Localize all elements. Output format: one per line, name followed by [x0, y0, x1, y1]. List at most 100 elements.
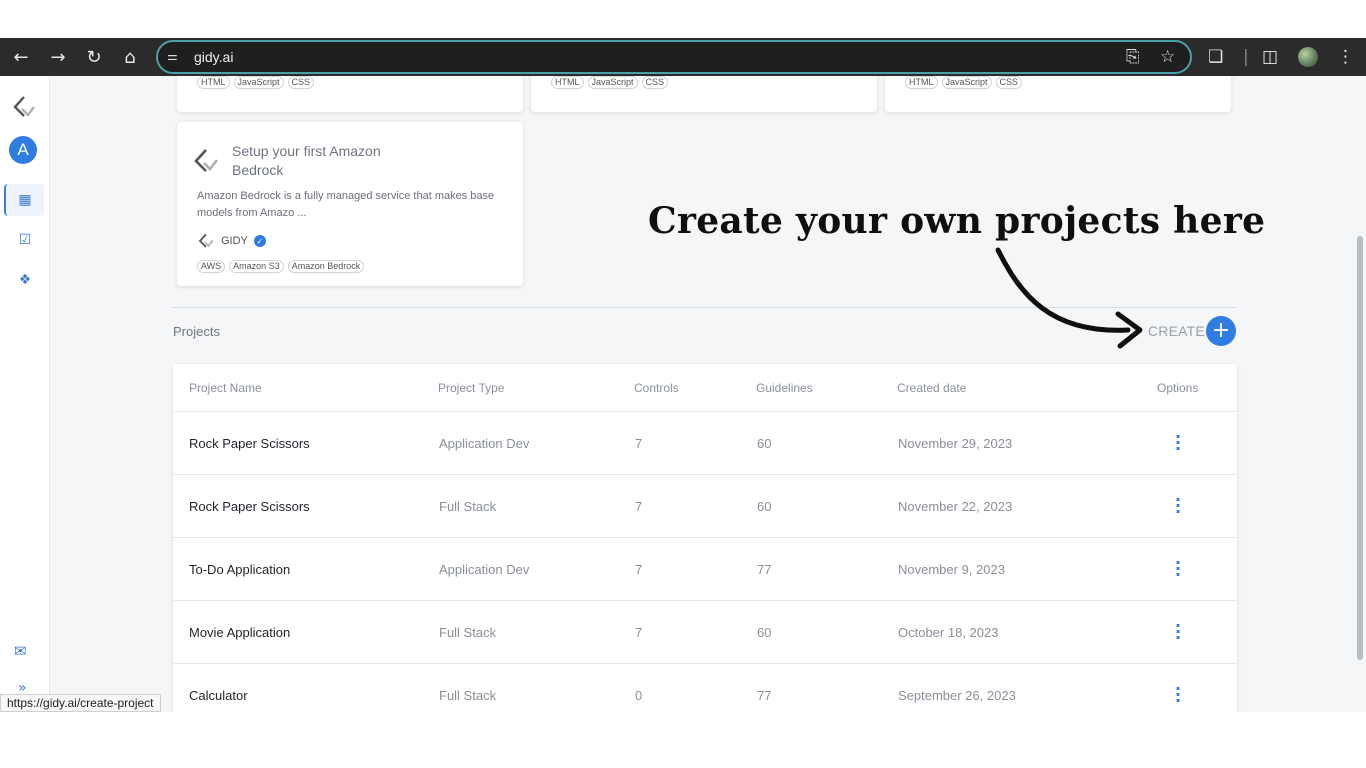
card-title[interactable]: Setup your first Amazon Bedrock [232, 142, 422, 180]
project-name[interactable]: Calculator [189, 688, 248, 703]
reload-icon[interactable]: ↻ [79, 38, 109, 76]
browser-toolbar: ← → ↻ ⌂ ⚌ gidy.ai ⎘ ☆ ❏ | ◫ ⋮ [0, 38, 1366, 76]
project-created-date: November 22, 2023 [898, 499, 1013, 514]
create-project-button[interactable]: + [1206, 316, 1236, 346]
forward-arrow-icon[interactable]: → [43, 38, 73, 76]
sidebar: A ▦ ☑ ❖ ✉ » [0, 76, 50, 712]
project-name[interactable]: Rock Paper Scissors [189, 499, 310, 514]
verified-badge-icon: ✓ [253, 235, 266, 247]
project-type: Application Dev [439, 436, 530, 451]
address-url[interactable]: gidy.ai [194, 49, 233, 65]
project-card[interactable]: HTML JavaScript CSS [177, 76, 523, 112]
tag: Amazon Bedrock [287, 260, 365, 273]
tag-list: HTML JavaScript CSS [197, 76, 315, 89]
card-description: Amazon Bedrock is a fully managed servic… [197, 190, 495, 219]
project-controls: 7 [635, 625, 643, 640]
project-guidelines: 60 [757, 625, 772, 640]
author-name: GIDY [221, 235, 248, 247]
dashboard-icon[interactable]: ▦ [14, 189, 36, 211]
link-hover-status: https://gidy.ai/create-project [0, 694, 161, 712]
screenshot: ← → ↻ ⌂ ⚌ gidy.ai ⎘ ☆ ❏ | ◫ ⋮ A ▦ ☑ ❖ ✉ [0, 0, 1366, 768]
tag-list: HTML JavaScript CSS [551, 76, 669, 89]
project-controls: 7 [635, 562, 643, 577]
checklist-icon[interactable]: ☑ [14, 229, 36, 251]
column-header: Project Type [438, 381, 505, 395]
project-card[interactable]: HTML JavaScript CSS [885, 76, 1231, 112]
user-avatar[interactable]: A [9, 136, 37, 164]
project-name[interactable]: Movie Application [189, 625, 290, 640]
project-card[interactable]: HTML JavaScript CSS [531, 76, 877, 112]
project-guidelines: 77 [757, 688, 772, 703]
project-guidelines: 60 [757, 436, 772, 451]
toolbar-separator: | [1243, 47, 1249, 67]
tag: CSS [287, 76, 315, 89]
app-content: A ▦ ☑ ❖ ✉ » HTML JavaScript CSS HTML Jav… [0, 76, 1366, 712]
table-row[interactable]: Rock Paper Scissors Application Dev 7 60… [173, 411, 1237, 474]
project-type: Application Dev [439, 562, 530, 577]
browser-menu-icon[interactable]: ⋮ [1337, 38, 1354, 76]
tag: HTML [905, 76, 938, 89]
column-header: Project Name [189, 381, 262, 395]
column-header: Guidelines [756, 381, 813, 395]
options-kebab-icon[interactable]: · · · [1174, 492, 1182, 520]
gidy-logo-icon [198, 233, 214, 248]
annotation-arrow-icon [995, 247, 1143, 349]
project-type: Full Stack [439, 688, 497, 703]
bedrock-card[interactable]: Setup your first Amazon Bedrock Amazon B… [177, 122, 523, 286]
tag-list: HTML JavaScript CSS [905, 76, 1023, 89]
project-created-date: September 26, 2023 [898, 688, 1016, 703]
project-controls: 7 [635, 436, 643, 451]
projects-table: Project Name Project Type Controls Guide… [173, 364, 1237, 712]
options-kebab-icon[interactable]: · · · [1174, 681, 1182, 709]
card-author: GIDY ✓ [197, 232, 266, 250]
tag-list: AWS Amazon S3 Amazon Bedrock [197, 260, 365, 273]
project-guidelines: 60 [757, 499, 772, 514]
project-created-date: October 18, 2023 [898, 625, 999, 640]
project-created-date: November 9, 2023 [898, 562, 1005, 577]
project-created-date: November 29, 2023 [898, 436, 1013, 451]
table-row[interactable]: To-Do Application Application Dev 7 77 N… [173, 537, 1237, 600]
annotation-caption: Create your own projects here [648, 200, 1266, 242]
gidy-logo-icon [194, 149, 219, 172]
side-panel-icon[interactable]: ◫ [1262, 38, 1278, 76]
projects-section-label: Projects [173, 324, 220, 339]
column-header: Controls [634, 381, 679, 395]
install-app-icon[interactable]: ⎘ [1126, 47, 1140, 67]
tag: Amazon S3 [229, 260, 284, 273]
project-name[interactable]: Rock Paper Scissors [189, 436, 310, 451]
project-name[interactable]: To-Do Application [189, 562, 290, 577]
tag: AWS [197, 260, 226, 273]
project-type: Full Stack [439, 499, 497, 514]
address-bar[interactable]: ⚌ gidy.ai ⎘ ☆ [156, 40, 1192, 74]
column-header: Options [1157, 381, 1199, 395]
tag: CSS [641, 76, 669, 89]
home-icon[interactable]: ⌂ [115, 38, 145, 76]
tag: HTML [551, 76, 584, 89]
tag: JavaScript [941, 76, 992, 89]
gidy-logo-icon[interactable] [11, 94, 37, 120]
options-kebab-icon[interactable]: · · · [1174, 618, 1182, 646]
options-kebab-icon[interactable]: · · · [1174, 555, 1182, 583]
project-controls: 7 [635, 499, 643, 514]
column-header: Created date [897, 381, 967, 395]
project-guidelines: 77 [757, 562, 772, 577]
profile-avatar[interactable] [1298, 38, 1318, 76]
table-row[interactable]: Calculator Full Stack 0 77 September 26,… [173, 663, 1237, 712]
ai-brain-icon[interactable]: ❖ [14, 269, 36, 291]
project-type: Full Stack [439, 625, 497, 640]
create-label[interactable]: CREATE [1148, 323, 1205, 339]
table-row[interactable]: Movie Application Full Stack 7 60 Octobe… [173, 600, 1237, 663]
tag: HTML [197, 76, 230, 89]
tag: CSS [995, 76, 1023, 89]
extensions-icon[interactable]: ❏ [1208, 38, 1223, 76]
table-row[interactable]: Rock Paper Scissors Full Stack 7 60 Nove… [173, 474, 1237, 537]
tag: JavaScript [233, 76, 284, 89]
site-settings-icon[interactable]: ⚌ [167, 49, 183, 65]
chat-icon[interactable]: ✉ [14, 642, 27, 660]
project-controls: 0 [635, 688, 643, 703]
tag: JavaScript [587, 76, 638, 89]
scrollbar-thumb[interactable] [1357, 236, 1363, 660]
bookmark-star-icon[interactable]: ☆ [1160, 47, 1175, 67]
options-kebab-icon[interactable]: · · · [1174, 429, 1182, 457]
back-arrow-icon[interactable]: ← [6, 38, 36, 76]
